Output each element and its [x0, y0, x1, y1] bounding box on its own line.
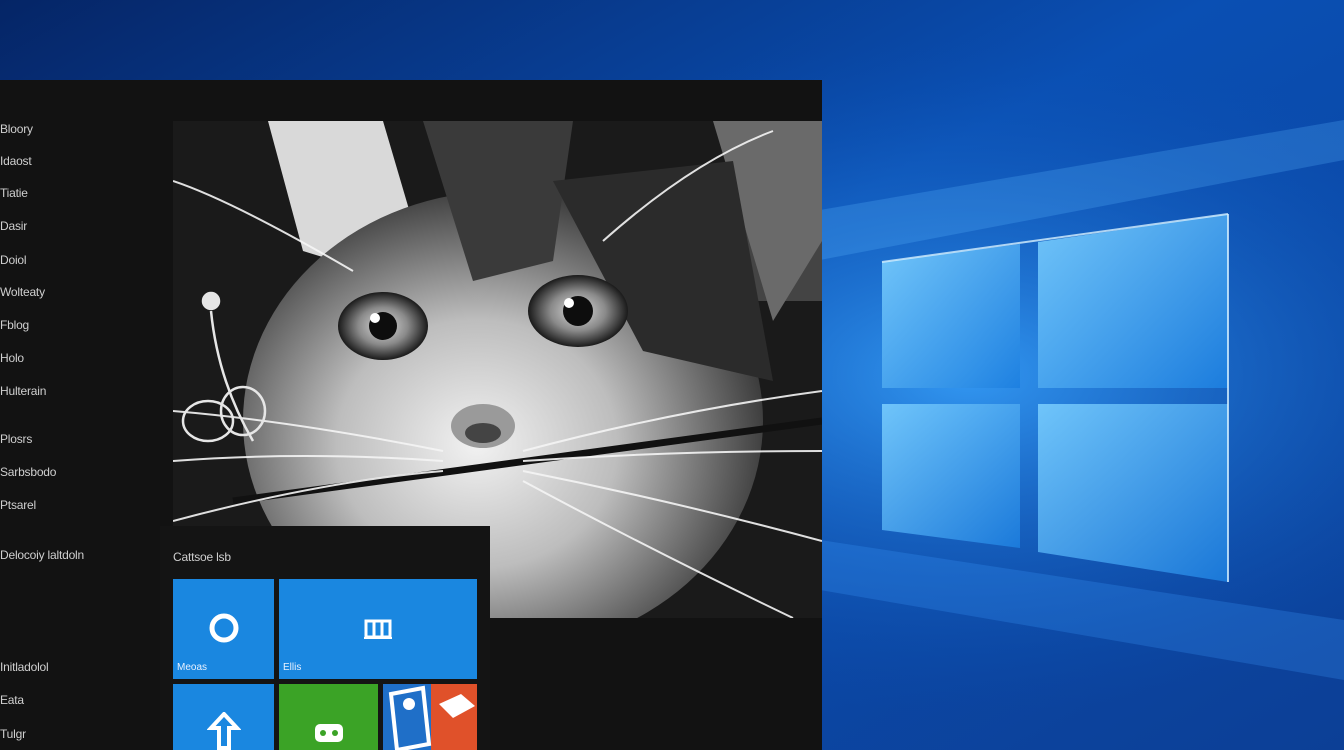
tiles-group-header: Cattsoe lsb	[173, 550, 231, 564]
app-list: Bloory Idaost Tiatie Dasir Doiol Wolteat…	[0, 80, 165, 750]
menu-item[interactable]: Ptsarel	[0, 498, 36, 512]
menu-item[interactable]: Sarbsbodo	[0, 465, 56, 479]
photo-app-icon	[383, 684, 477, 750]
menu-item[interactable]: Hulterain	[0, 384, 46, 398]
menu-item[interactable]: Plosrs	[0, 432, 32, 446]
tile-upload[interactable]	[173, 684, 274, 750]
tile-ellis[interactable]: Ellis	[279, 579, 477, 679]
menu-item[interactable]: Holo	[0, 351, 24, 365]
menu-item[interactable]: Delocoiy laltdoln	[0, 548, 84, 562]
store-icon	[364, 619, 392, 639]
tiles-area: Cattsoe lsb Meoas Ellis	[160, 526, 490, 750]
tile-meoas[interactable]: Meoas	[173, 579, 274, 679]
game-controller-icon	[315, 724, 343, 742]
menu-item[interactable]: Tiatie	[0, 186, 28, 200]
tile-label: Meoas	[177, 662, 208, 673]
tile-label: Ellis	[283, 662, 302, 673]
menu-item[interactable]: Tulgr	[0, 727, 26, 741]
upload-arrow-icon	[207, 712, 241, 750]
tile-game[interactable]	[279, 684, 378, 750]
menu-item[interactable]: Idaost	[0, 154, 32, 168]
menu-item[interactable]: Dasir	[0, 219, 27, 233]
menu-item[interactable]: Eata	[0, 693, 24, 707]
menu-item[interactable]: Bloory	[0, 122, 33, 136]
menu-item[interactable]: Initladolol	[0, 660, 49, 674]
ring-icon	[209, 613, 239, 643]
menu-item[interactable]: Doiol	[0, 253, 27, 267]
menu-item[interactable]: Fblog	[0, 318, 29, 332]
menu-item[interactable]: Wolteaty	[0, 285, 45, 299]
tile-photos[interactable]	[383, 684, 477, 750]
